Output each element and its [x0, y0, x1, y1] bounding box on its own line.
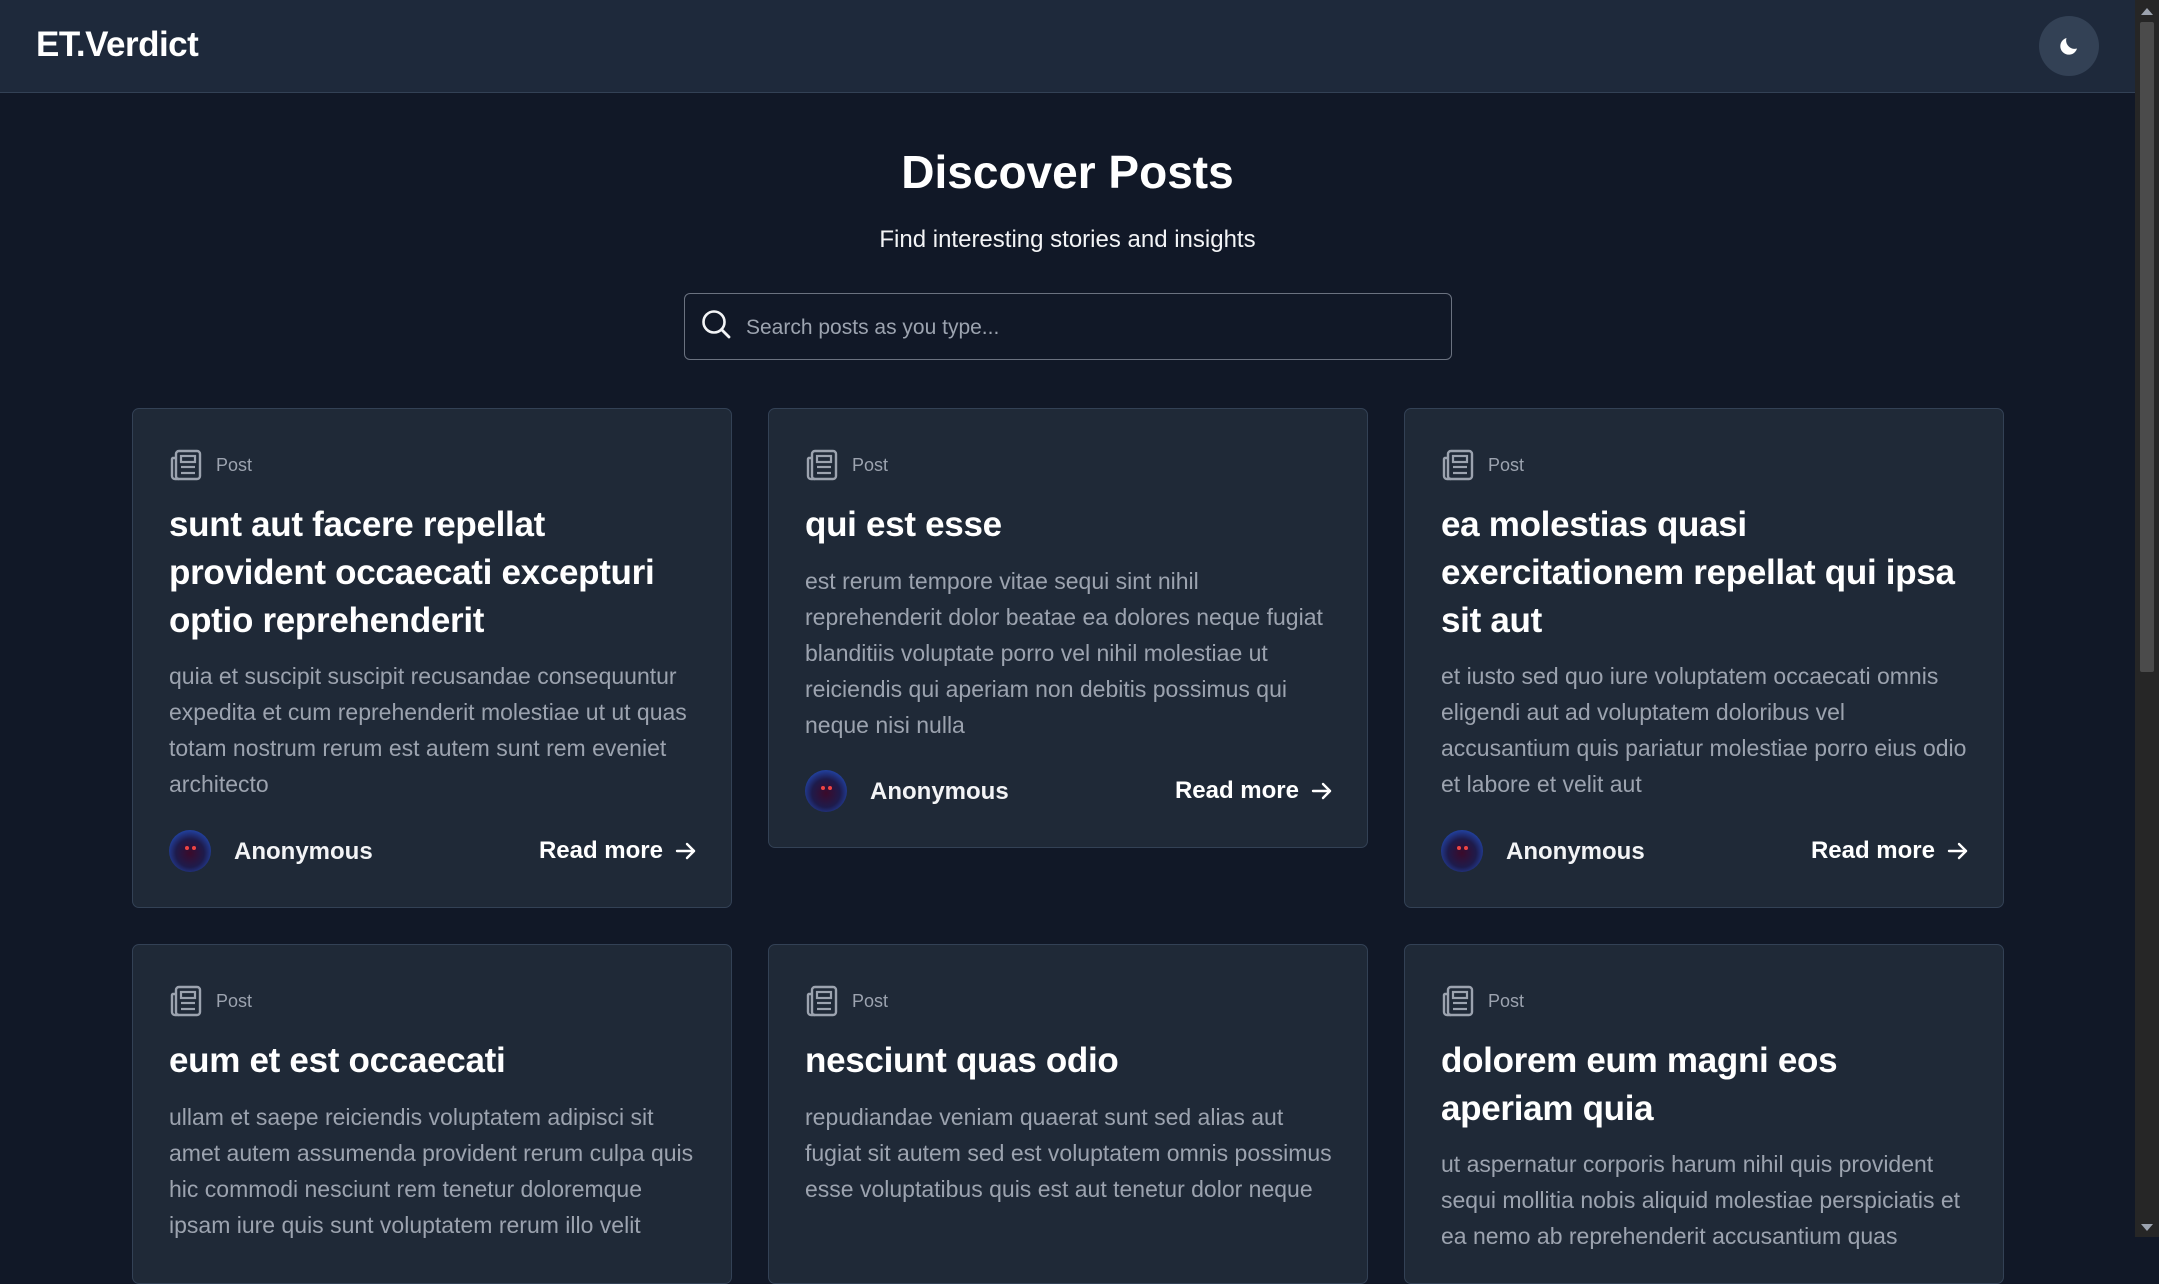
- avatar-eye: [1457, 846, 1461, 850]
- newspaper-icon: [170, 449, 202, 481]
- post-title[interactable]: eum et est occaecati: [169, 1037, 699, 1085]
- post-title[interactable]: ea molestias quasi exercitationem repell…: [1441, 501, 1971, 645]
- post-type-label: Post: [852, 990, 889, 1011]
- post-type: Post: [805, 448, 888, 482]
- read-more-label: Read more: [538, 837, 663, 864]
- post-type-label: Post: [216, 454, 253, 475]
- read-more-label: Read more: [1174, 777, 1299, 804]
- post-title[interactable]: nesciunt quas odio: [805, 1037, 1335, 1085]
- post-type-label: Post: [852, 454, 889, 475]
- post-excerpt: est rerum tempore vitae sequi sint nihil…: [805, 568, 1323, 738]
- post-card[interactable]: Post sunt aut facere repellat provident …: [132, 408, 732, 908]
- avatar-eye: [192, 846, 196, 850]
- post-card[interactable]: Post ea molestias quasi exercitationem r…: [1404, 408, 2004, 908]
- post-excerpt: et iusto sed quo iure voluptatem occaeca…: [1441, 663, 1967, 797]
- read-more-link[interactable]: Read more: [1811, 837, 1969, 865]
- moon-icon: [2060, 38, 2077, 55]
- arrow-right-icon: [1311, 782, 1332, 800]
- post-type: Post: [1441, 984, 1524, 1018]
- post-excerpt: ut aspernatur corporis harum nihil quis …: [1441, 1151, 1961, 1249]
- post-card[interactable]: Post nesciunt quas odio repudiandae veni…: [768, 944, 1368, 1284]
- avatar-eye: [1464, 846, 1468, 850]
- theme-toggle-button[interactable]: [2039, 16, 2099, 76]
- search-input[interactable]: [744, 294, 1438, 361]
- search-icon: [702, 310, 731, 339]
- post-card[interactable]: Post dolorem eum magni eos aperiam quia …: [1404, 944, 2004, 1284]
- post-type-label: Post: [1488, 454, 1525, 475]
- search-bar[interactable]: [684, 293, 1452, 361]
- author-name: Anonymous: [234, 838, 373, 865]
- avatar-eye: [821, 786, 825, 790]
- post-title[interactable]: sunt aut facere repellat provident occae…: [169, 501, 699, 645]
- read-more-link[interactable]: Read more: [539, 837, 697, 865]
- avatar: [805, 770, 847, 812]
- post-title[interactable]: qui est esse: [805, 501, 1335, 549]
- newspaper-icon: [806, 449, 838, 481]
- post-type: Post: [1441, 448, 1524, 482]
- page-subtitle: Find interesting stories and insights: [879, 226, 1256, 253]
- post-excerpt: ullam et saepe reiciendis voluptatem adi…: [169, 1104, 694, 1238]
- page-scrollbar[interactable]: [2135, 0, 2159, 1237]
- post-card[interactable]: Post eum et est occaecati ullam et saepe…: [132, 944, 732, 1284]
- scroll-up-arrow-icon[interactable]: [2141, 8, 2153, 15]
- author-name: Anonymous: [870, 778, 1009, 805]
- avatar: [169, 830, 211, 872]
- avatar: [1441, 830, 1483, 872]
- scrollbar-thumb[interactable]: [2140, 22, 2154, 672]
- newspaper-icon: [1442, 449, 1474, 481]
- avatar-eye: [185, 846, 189, 850]
- avatar-eye: [828, 786, 832, 790]
- navbar: ET.Verdict: [0, 0, 2135, 93]
- newspaper-icon: [170, 985, 202, 1017]
- arrow-right-icon: [675, 842, 696, 860]
- post-excerpt: repudiandae veniam quaerat sunt sed alia…: [805, 1104, 1332, 1202]
- post-card[interactable]: Post qui est esse est rerum tempore vita…: [768, 408, 1368, 848]
- brand-logo[interactable]: ET.Verdict: [36, 25, 199, 65]
- newspaper-icon: [806, 985, 838, 1017]
- page-title: Discover Posts: [901, 146, 1234, 198]
- scroll-down-arrow-icon[interactable]: [2141, 1224, 2153, 1231]
- post-type: Post: [805, 984, 888, 1018]
- arrow-right-icon: [1947, 842, 1968, 860]
- newspaper-icon: [1442, 985, 1474, 1017]
- read-more-label: Read more: [1810, 837, 1935, 864]
- post-title[interactable]: dolorem eum magni eos aperiam quia: [1441, 1037, 1971, 1133]
- author-name: Anonymous: [1506, 838, 1645, 865]
- post-type: Post: [169, 984, 252, 1018]
- post-type-label: Post: [216, 990, 253, 1011]
- post-type: Post: [169, 448, 252, 482]
- read-more-link[interactable]: Read more: [1175, 777, 1333, 805]
- post-type-label: Post: [1488, 990, 1525, 1011]
- post-excerpt: quia et suscipit suscipit recusandae con…: [169, 663, 687, 797]
